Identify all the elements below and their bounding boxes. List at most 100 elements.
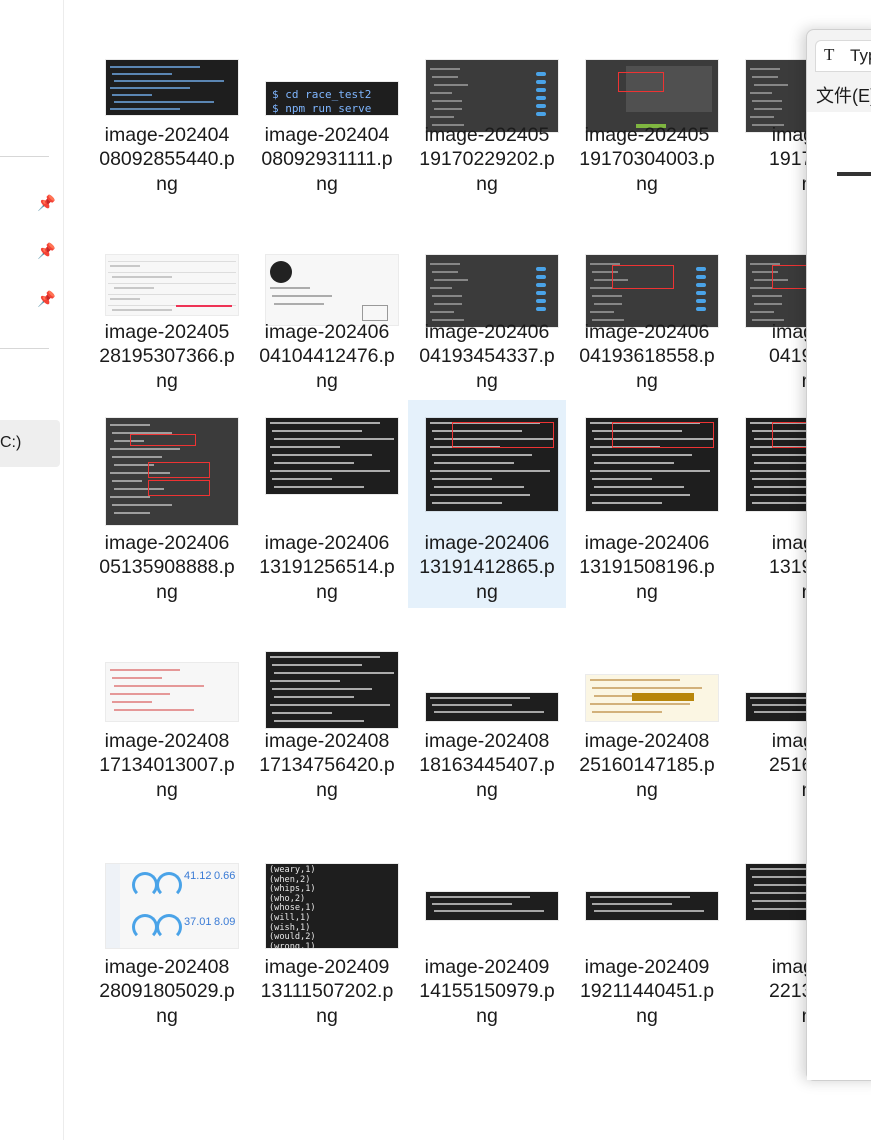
file-thumbnail (106, 663, 238, 721)
pin-icon[interactable]: 📌 (37, 195, 56, 213)
thumbnail-detail (272, 688, 372, 690)
file-item[interactable]: image-202408 18163445407.p ng (408, 622, 566, 812)
menu-file[interactable]: 文件(E) (816, 82, 871, 108)
file-name-line: 19170229202.p (419, 148, 555, 171)
thumbnail-detail (432, 100, 462, 102)
thumbnail-detail (592, 711, 662, 713)
file-name-label: image-202409 13111507202.p ng (248, 955, 406, 1028)
thumbnail-detail (270, 446, 340, 448)
nav-divider (0, 348, 49, 349)
file-name-line: image-202405 (104, 321, 230, 343)
file-item[interactable]: image-202406 04193454337.p ng (408, 225, 566, 415)
thumbnail-detail (270, 261, 292, 283)
file-name-line: image-202406 (584, 532, 710, 554)
file-name-line: ng (636, 580, 658, 603)
thumbnail-detail (272, 664, 362, 666)
file-thumbnail (426, 693, 558, 721)
file-name-line: image-202408 (424, 730, 550, 752)
thumbnail-detail (132, 872, 158, 898)
file-name-label: image-202406 13191256514.p ng (248, 531, 406, 604)
file-item[interactable]: image-202405 19170304003.p ng (568, 28, 726, 218)
file-name-line: 08092855440.p (99, 148, 235, 171)
file-item[interactable]: image-202406 13191412865.p ng (408, 400, 566, 608)
file-item[interactable]: (weary,1) (when,2) (whips,1) (who,2) (wh… (248, 848, 406, 1038)
file-name-label: image-202409 19211440451.p ng (568, 955, 726, 1028)
file-name-label: image-202408 25160147185.p ng (568, 729, 726, 802)
file-item[interactable]: image-202406 13191256514.p ng (248, 400, 406, 608)
file-name-line: image-202406 (264, 321, 390, 343)
thumbnail-detail (270, 704, 390, 706)
pin-icon[interactable]: 📌 (37, 243, 56, 261)
file-name-label: image-202406 05135908888.p ng (88, 531, 246, 604)
thumbnail-detail (590, 470, 710, 472)
thumbnail-detail (750, 116, 774, 118)
nav-item-local-disk-c[interactable]: C:) (0, 420, 60, 467)
pin-icon[interactable]: 📌 (37, 291, 56, 309)
thumbnail-detail (752, 295, 782, 297)
thumbnail-detail (176, 305, 232, 307)
file-name-label: image-202406 04193454337.p ng (408, 320, 566, 393)
thumbnail-detail (594, 486, 684, 488)
thumbnail-detail (594, 910, 704, 912)
thumbnail-detail (272, 295, 332, 297)
thumbnail-detail: 8.09 (214, 916, 236, 928)
thumbnail-detail (108, 283, 236, 284)
thumbnail-detail (110, 693, 170, 695)
window-tab[interactable]: T Typ (815, 40, 871, 72)
file-thumbnail: (weary,1) (when,2) (whips,1) (who,2) (wh… (266, 864, 398, 948)
file-thumbnail (266, 255, 398, 325)
file-name-label: image-202408 17134756420.p ng (248, 729, 406, 802)
thumbnail-detail (272, 712, 332, 714)
file-name-line: ng (316, 172, 338, 195)
file-name-label: image-202409 14155150979.p ng (408, 955, 566, 1028)
file-name-label: image-202405 19170304003.p ng (568, 123, 726, 196)
thumbnail-detail (434, 279, 468, 281)
thumbnail-detail (536, 80, 546, 84)
thumbnail-detail (112, 677, 162, 679)
file-item[interactable]: image-202406 04104412476.p ng (248, 225, 406, 415)
file-item[interactable]: image-202409 14155150979.p ng (408, 848, 566, 1038)
file-item[interactable]: image-202408 25160147185.p ng (568, 622, 726, 812)
file-item[interactable]: image-202408 17134756420.p ng (248, 622, 406, 812)
thumbnail-detail: 37.01 (184, 916, 212, 928)
file-thumbnail (586, 418, 718, 511)
file-item[interactable]: image-202405 28195307366.p ng (88, 225, 246, 415)
file-name-line: image-202408 (104, 730, 230, 752)
typora-window[interactable]: T Typ 文件(E) (806, 29, 871, 1081)
file-name-line: image-202405 (584, 124, 710, 146)
thumbnail-detail (430, 263, 460, 265)
thumbnail-detail (114, 709, 194, 711)
file-name-label: image-202406 04193618558.p ng (568, 320, 726, 393)
file-item[interactable]: $ cd race_test2 $ npm run serve image-202… (248, 28, 406, 218)
editor-area[interactable] (807, 112, 871, 1080)
file-item[interactable]: image-202404 08092855440.p ng (88, 28, 246, 218)
thumbnail-detail (536, 88, 546, 92)
nav-item-label: C:) (0, 434, 22, 451)
file-item[interactable]: image-202408 17134013007.p ng (88, 622, 246, 812)
thumbnail-detail (590, 896, 690, 898)
nav-divider (0, 156, 49, 157)
thumbnail-detail (430, 68, 460, 70)
file-item[interactable]: image-202409 19211440451.p ng (568, 848, 726, 1038)
file-name-label: image-202408 28091805029.p ng (88, 955, 246, 1028)
file-name-line: image-202406 (104, 532, 230, 554)
thumbnail-detail (592, 903, 672, 905)
file-item[interactable]: image-202406 04193618558.p ng (568, 225, 726, 415)
file-thumbnail (266, 652, 398, 728)
thumbnail-detail (270, 470, 390, 472)
thumbnail-detail (434, 711, 544, 713)
thumbnail-detail (752, 478, 812, 480)
file-name-line: ng (476, 778, 498, 801)
file-item[interactable]: 41.12 0.66 37.01 8.09 image-202408 2809180502… (88, 848, 246, 1038)
thumbnail-detail (272, 454, 372, 456)
file-item[interactable]: image-202405 19170229202.p ng (408, 28, 566, 218)
typora-app-icon: T (824, 45, 835, 64)
file-name-line: image-202404 (264, 124, 390, 146)
file-thumbnail (426, 418, 558, 511)
thumbnail-detail (110, 448, 180, 450)
thumbnail-detail (110, 298, 140, 300)
thumbnail-detail (114, 101, 214, 103)
file-item[interactable]: image-202406 05135908888.p ng (88, 400, 246, 608)
file-item[interactable]: image-202406 13191508196.p ng (568, 400, 726, 608)
thumbnail-detail (430, 287, 452, 289)
